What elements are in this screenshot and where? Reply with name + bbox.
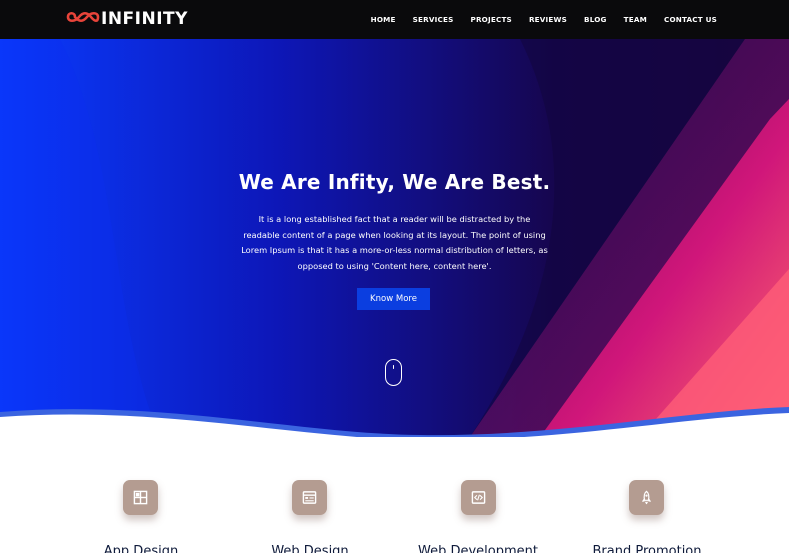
nav-item-home[interactable]: HOME xyxy=(371,15,396,24)
hero-title: We Are Infity, We Are Best. xyxy=(238,170,551,194)
nav-item-projects[interactable]: PROJECTS xyxy=(470,15,511,24)
service-title-web-development: Web Development xyxy=(418,544,538,553)
nav-menu: HOME SERVICES PROJECTS REVIEWS BLOG TEAM… xyxy=(354,0,717,39)
nav-item-team[interactable]: TEAM xyxy=(624,15,647,24)
know-more-button[interactable]: Know More xyxy=(357,288,430,310)
browser-window-icon[interactable] xyxy=(292,480,327,515)
mouse-scroll-icon[interactable] xyxy=(385,359,402,386)
rocket-icon[interactable] xyxy=(629,480,664,515)
layout-grid-icon[interactable] xyxy=(123,480,158,515)
nav-item-reviews[interactable]: REVIEWS xyxy=(529,15,567,24)
service-title-app-design: App Design xyxy=(103,544,179,553)
nav-item-contact-us[interactable]: CONTACT US xyxy=(664,15,717,24)
service-title-web-design: Web Design xyxy=(271,544,349,553)
infinity-icon xyxy=(66,9,100,30)
top-navbar: INFINITY HOME SERVICES PROJECTS REVIEWS … xyxy=(0,0,789,39)
code-icon[interactable] xyxy=(461,480,496,515)
service-title-brand-promotion: Brand Promotion xyxy=(592,544,702,553)
hero-description: It is a long established fact that a rea… xyxy=(241,214,548,271)
nav-item-blog[interactable]: BLOG xyxy=(584,15,607,24)
brand-name: INFINITY xyxy=(101,9,188,29)
hero-section: We Are Infity, We Are Best. It is a long… xyxy=(0,39,789,437)
nav-item-services[interactable]: SERVICES xyxy=(413,15,454,24)
brand-logo[interactable]: INFINITY xyxy=(66,9,188,29)
